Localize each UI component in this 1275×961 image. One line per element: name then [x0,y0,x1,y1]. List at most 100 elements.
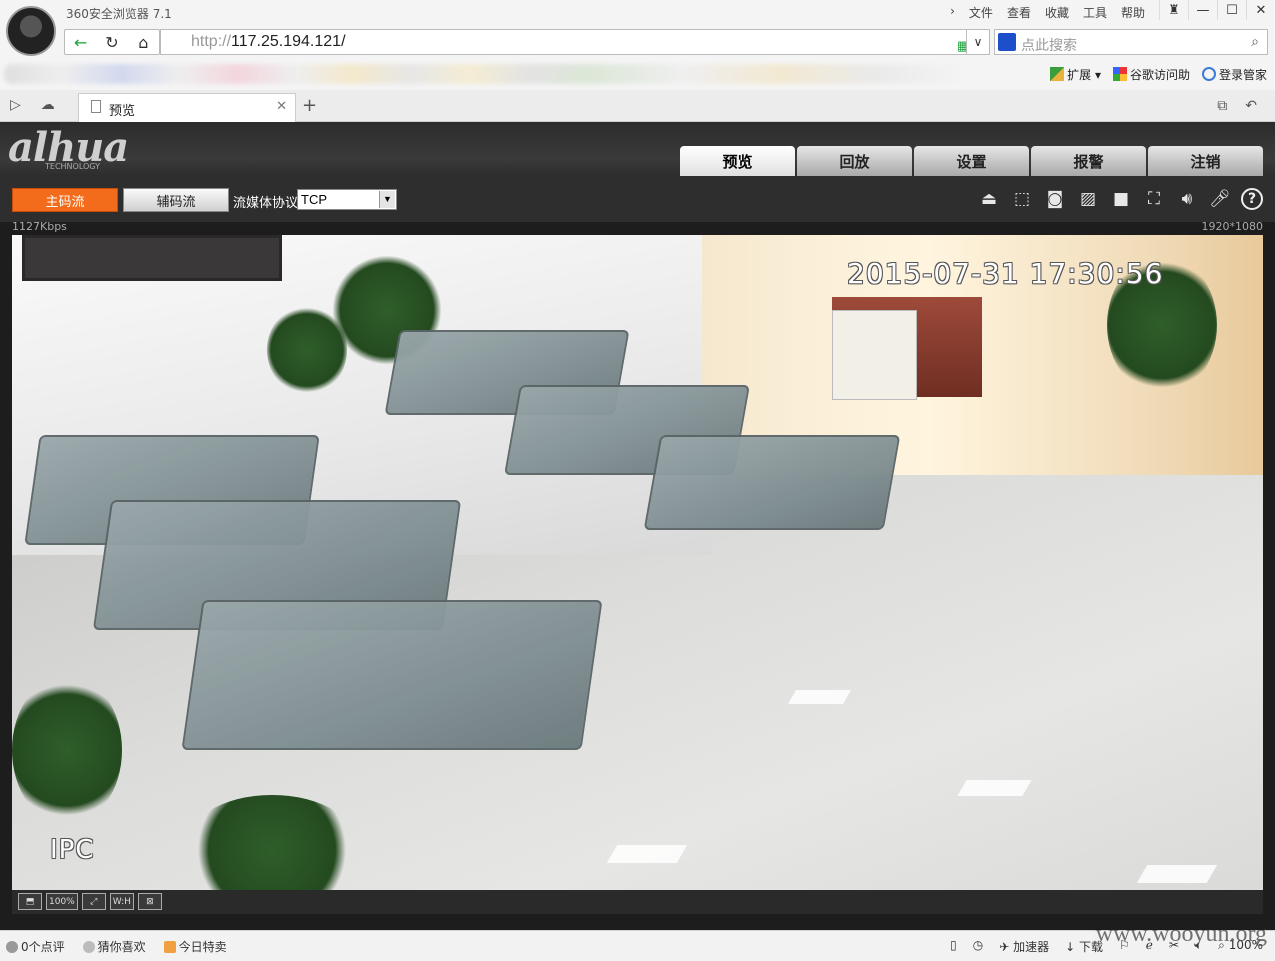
reviews-icon [6,941,18,953]
status-bar: 0个点评 猜你喜欢 今日特卖 ▯ ◷ ✈ 加速器 ↓ 下载 ⚐ ℯ ✂ 🔈︎ ⌕… [0,921,1275,961]
video-bench [181,600,603,750]
url-scheme: http:// [191,33,232,50]
video-cabinet [832,310,917,400]
tab-logout[interactable]: 注销 [1148,146,1263,176]
extensions-label: 扩展 [1067,68,1092,82]
record-icon[interactable]: ■ [1109,188,1133,210]
skin-icon[interactable]: ♜ [1159,0,1188,20]
video-tools: ⏏ ⬚ ◙ ▨ ■ ⛶ 🔊︎ 🎤︎ ? [977,188,1263,210]
menu-arrow-icon[interactable]: › [950,4,955,21]
google-helper-label: 谷歌访问助 [1129,68,1190,82]
video-glare [1136,865,1218,883]
cloud-icon[interactable]: ☁ [41,97,55,113]
picture-icon[interactable]: ▨ [1076,188,1100,210]
refresh-icon[interactable]: ↻ [96,33,127,52]
accelerator-label: 加速器 [1013,940,1050,954]
tab-preview-live[interactable]: 预览 [680,146,795,176]
video-bench [643,435,901,530]
address-bar: ← ↻ ⌂ http://117.25.194.121/ ▦ ℯ ∨ 点此搜索 … [0,26,1275,58]
login-manager-button[interactable]: 登录管家 [1201,66,1267,83]
video-plant [267,305,347,395]
protocol-value: TCP [301,192,327,207]
resolution-readout: 1920*1080 [1201,220,1264,233]
video-glare [606,845,688,863]
extensions-button[interactable]: 扩展 ▾ [1050,66,1101,83]
bookmarks-right: 扩展 ▾ 谷歌访问助 登录管家 [1050,66,1267,83]
login-manager-icon [1201,67,1216,81]
status-left: 0个点评 猜你喜欢 今日特卖 [6,938,227,955]
live-video[interactable]: 2015-07-31 17:30:56 IPC [12,235,1263,890]
alarm-light-icon[interactable]: ⏏ [977,188,1001,210]
search-engine-icon[interactable] [998,33,1016,51]
avatar[interactable] [6,6,56,56]
aspect-ratio-button[interactable]: W:H [109,893,134,910]
search-icon[interactable]: ⌕ [1251,34,1259,50]
snapshot-icon[interactable]: ◙ [1043,188,1067,210]
video-wall-frame [22,235,282,281]
app-header: alhua TECHNOLOGY 预览 回放 设置 报警 注销 [0,122,1275,176]
zoom-region-icon[interactable]: ⬚ [1010,188,1034,210]
restore-view-icon[interactable]: ⬒ [18,893,42,910]
recommend-icon [82,941,95,953]
menu-file[interactable]: 文件 [969,4,993,21]
menu-view[interactable]: 查看 [1007,4,1031,21]
help-icon[interactable]: ? [1241,188,1263,210]
url-host: 117.25.194.121/ [231,33,346,50]
url-input[interactable]: http://117.25.194.121/ ▦ ℯ [160,29,990,55]
search-placeholder: 点此搜索 [1021,38,1077,54]
tab-close-icon[interactable]: ✕ [276,99,287,114]
google-helper-icon [1112,67,1127,81]
main-nav: 预览 回放 设置 报警 注销 [680,146,1263,176]
google-helper-button[interactable]: 谷歌访问助 [1112,66,1190,83]
tab-playback[interactable]: 回放 [797,146,912,176]
osd-timestamp: 2015-07-31 17:30:56 [847,257,1164,290]
login-manager-label: 登录管家 [1218,68,1267,82]
bitrate-readout: 1127Kbps [12,220,67,233]
bookmarks-bar: 扩展 ▾ 谷歌访问助 登录管家 [0,58,1275,90]
protocol-select[interactable]: TCP ▼ [297,189,397,210]
fullscreen-icon[interactable]: ⤢ [81,893,106,910]
sidebar-toggle-icon[interactable]: ▷ [10,97,21,113]
stream-toolbar: 主码流 辅码流 流媒体协议 TCP ▼ ⏏ ⬚ ◙ ▨ ■ ⛶ 🔊︎ 🎤︎ ? [0,176,1275,222]
tab-alarm[interactable]: 报警 [1031,146,1146,176]
dahua-app: alhua TECHNOLOGY 预览 回放 设置 报警 注销 主码流 辅码流 … [0,122,1275,930]
window-controls: ♜ — ☐ ✕ [1159,0,1275,20]
tab-preview[interactable]: 预览 ✕ [78,93,296,122]
video-control-bar: ⬒ 100% ⤢ W:H ⊠ [12,890,1263,914]
url-dropdown-icon[interactable]: ∨ [966,29,990,55]
chevron-down-icon[interactable]: ▼ [379,191,395,208]
restore-tabs-icon[interactable]: ⧉ [1217,98,1227,114]
maximize-icon[interactable]: ☐ [1217,0,1246,20]
phone-icon[interactable]: ▯ [950,938,957,955]
menu-favorites[interactable]: 收藏 [1045,4,1069,21]
page-icon [91,100,101,113]
fit-window-icon[interactable]: ⊠ [137,893,162,910]
accelerator-button[interactable]: ✈ 加速器 [999,938,1049,955]
menu-help[interactable]: 帮助 [1121,4,1145,21]
audio-icon[interactable]: 🔊︎ [1175,188,1199,210]
history-icon[interactable]: ◷ [973,938,983,955]
zoom-100-button[interactable]: 100% [46,893,78,910]
recommend-link[interactable]: 猜你喜欢 [82,938,146,955]
digital-zoom-icon[interactable]: ⛶ [1142,188,1166,210]
menu-tools[interactable]: 工具 [1083,4,1107,21]
deals-link[interactable]: 今日特卖 [163,938,227,955]
app-title: 360安全浏览器 7.1 [66,7,172,21]
main-stream-button[interactable]: 主码流 [12,188,118,212]
minimize-icon[interactable]: — [1188,0,1217,20]
nav-buttons: ← ↻ ⌂ [64,29,160,55]
extensions-icon [1050,67,1065,81]
home-icon[interactable]: ⌂ [128,33,159,52]
close-icon[interactable]: ✕ [1246,0,1275,20]
deals-label: 今日特卖 [178,940,227,954]
sub-stream-button[interactable]: 辅码流 [123,188,229,212]
new-tab-button[interactable]: + [302,95,317,116]
search-box[interactable]: 点此搜索 ⌕ [994,29,1268,55]
microphone-icon[interactable]: 🎤︎ [1208,188,1232,210]
undo-close-icon[interactable]: ↶ [1245,98,1257,114]
logo-subtitle: TECHNOLOGY [45,162,100,171]
reviews-link[interactable]: 0个点评 [6,938,65,955]
back-icon[interactable]: ← [65,33,96,52]
watermark: www.wooyun.org [1095,921,1267,947]
tab-settings[interactable]: 设置 [914,146,1029,176]
